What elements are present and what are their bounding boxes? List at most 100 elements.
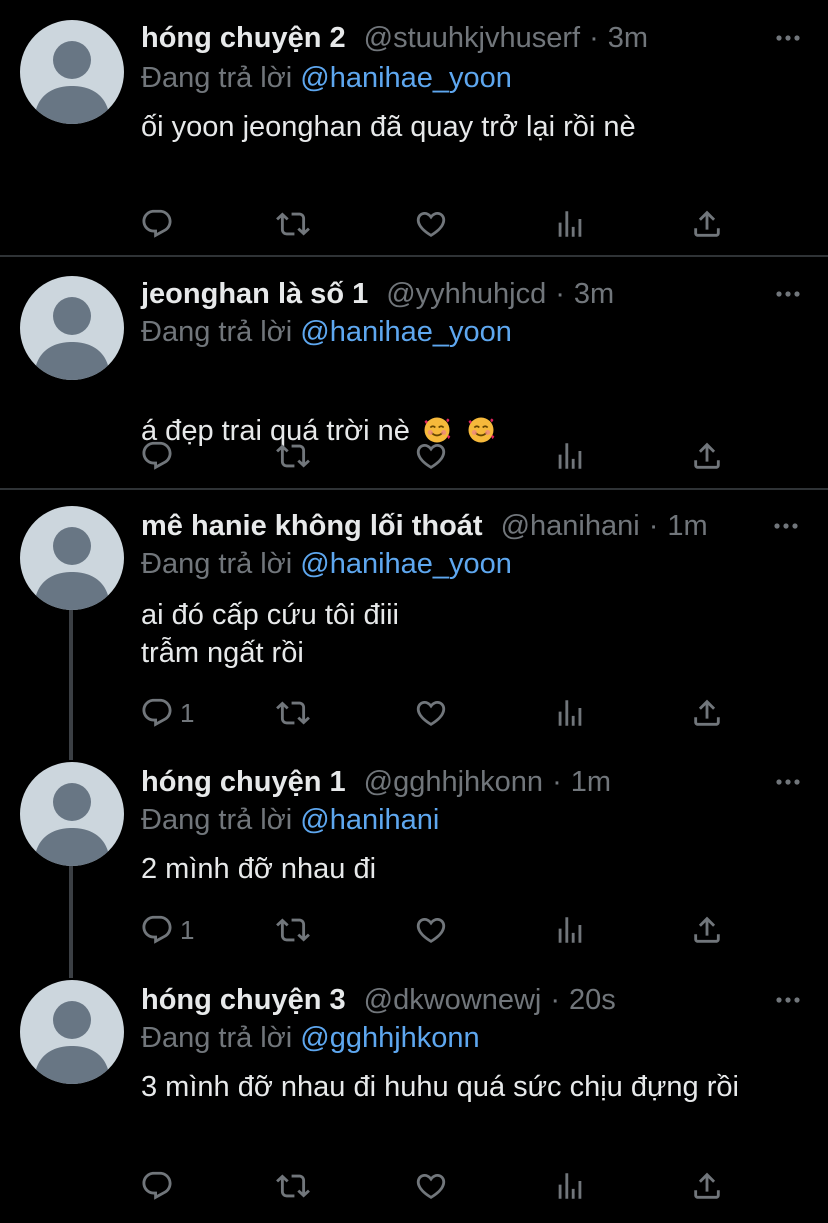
replying-to: Đang trả lời @hanihae_yoon [141, 544, 512, 584]
analytics-button[interactable] [553, 693, 587, 733]
reply-icon [142, 1171, 172, 1200]
default-avatar-icon[interactable] [20, 980, 124, 1084]
mention-link[interactable]: @hanihani [300, 804, 439, 836]
user-handle[interactable]: @dkwownewj [364, 980, 542, 1020]
share-icon [694, 1172, 720, 1199]
reply-icon [142, 441, 172, 470]
analytics-button[interactable] [553, 1166, 587, 1206]
share-button[interactable] [690, 693, 724, 733]
share-button[interactable] [690, 910, 724, 950]
timestamp[interactable]: 3m [574, 274, 614, 314]
heart-icon [416, 1173, 446, 1199]
retweet-icon [276, 701, 310, 725]
share-icon [694, 442, 720, 469]
more-icon[interactable] [774, 768, 802, 796]
display-name[interactable]: jeonghan là số 1 [141, 274, 368, 314]
tweet-header: hóng chuyện 1 @gghhjhkonn · 1m [141, 762, 611, 802]
more-icon[interactable] [774, 280, 802, 308]
heart-icon [416, 211, 446, 237]
default-avatar-icon[interactable] [20, 506, 124, 610]
display-name[interactable]: hóng chuyện 1 [141, 762, 346, 802]
tweet-header: hóng chuyện 2 @stuuhkjvhuserf · 3m [141, 18, 648, 58]
retweet-button[interactable] [276, 436, 310, 476]
replying-prefix: Đang trả lời [141, 548, 293, 580]
tweet-header: mê hanie không lối thoát @hanihani · 1m [141, 506, 708, 546]
share-icon [694, 210, 720, 237]
share-icon [694, 916, 720, 943]
share-button[interactable] [690, 436, 724, 476]
analytics-icon [558, 700, 582, 726]
replying-to: Đang trả lời @gghhjhkonn [141, 1018, 480, 1058]
replying-prefix: Đang trả lời [141, 62, 293, 94]
like-button[interactable] [414, 1166, 448, 1206]
mention-link[interactable]: @hanihae_yoon [300, 548, 512, 580]
timestamp[interactable]: 3m [608, 18, 648, 58]
user-handle[interactable]: @stuuhkjvhuserf [364, 18, 580, 58]
reply-icon [142, 209, 172, 238]
reply-button[interactable]: 1 [140, 693, 194, 733]
more-icon[interactable] [774, 986, 802, 1014]
analytics-button[interactable] [553, 436, 587, 476]
default-avatar-icon[interactable] [20, 276, 124, 380]
tweet-header: jeonghan là số 1 @yyhhuhjcd · 3m [141, 274, 614, 314]
reply-button[interactable] [140, 204, 180, 244]
timestamp[interactable]: 20s [569, 980, 616, 1020]
like-button[interactable] [414, 693, 448, 733]
mention-link[interactable]: @hanihae_yoon [300, 62, 512, 94]
separator-dot: · [550, 984, 561, 1016]
tweet[interactable]: hóng chuyện 1 @gghhjhkonn · 1m Đang trả … [0, 762, 828, 962]
reply-button[interactable] [140, 1166, 180, 1206]
analytics-icon [558, 1173, 582, 1199]
reply-icon [142, 698, 172, 727]
display-name[interactable]: mê hanie không lối thoát [141, 506, 483, 546]
retweet-button[interactable] [276, 693, 310, 733]
tweet[interactable]: hóng chuyện 2 @stuuhkjvhuserf · 3m Đang … [0, 18, 828, 258]
like-button[interactable] [414, 436, 448, 476]
reply-button[interactable]: 1 [140, 910, 194, 950]
reply-button[interactable] [140, 436, 180, 476]
analytics-button[interactable] [553, 204, 587, 244]
retweet-button[interactable] [276, 910, 310, 950]
tweet-text: 2 mình đỡ nhau đi [141, 853, 377, 885]
share-icon [694, 699, 720, 726]
action-bar [0, 1166, 828, 1206]
retweet-icon [276, 444, 310, 468]
retweet-button[interactable] [276, 1166, 310, 1206]
user-handle[interactable]: @yyhhuhjcd [386, 274, 546, 314]
retweet-icon [276, 1174, 310, 1198]
analytics-button[interactable] [553, 910, 587, 950]
mention-link[interactable]: @gghhjhkonn [300, 1022, 479, 1054]
separator-dot: · [552, 766, 562, 798]
default-avatar-icon[interactable] [20, 762, 124, 866]
replying-to: Đang trả lời @hanihani [141, 800, 439, 840]
share-button[interactable] [690, 1166, 724, 1206]
retweet-button[interactable] [276, 204, 310, 244]
replying-to: Đang trả lời @hanihae_yoon [141, 58, 512, 98]
reply-count: 1 [180, 914, 195, 945]
more-icon[interactable] [774, 24, 802, 52]
replying-prefix: Đang trả lời [141, 316, 293, 348]
analytics-icon [558, 917, 582, 943]
default-avatar-icon[interactable] [20, 20, 124, 124]
tweet[interactable]: mê hanie không lối thoát @hanihani · 1m … [0, 506, 828, 746]
separator-dot: · [648, 510, 659, 542]
reply-icon [142, 915, 172, 944]
replying-prefix: Đang trả lời [141, 1022, 293, 1054]
divider [0, 255, 828, 257]
like-button[interactable] [414, 910, 448, 950]
mention-link[interactable]: @hanihae_yoon [300, 316, 512, 348]
replying-prefix: Đang trả lời [141, 804, 293, 836]
user-handle[interactable]: @gghhjhkonn [364, 762, 543, 802]
timestamp[interactable]: 1m [667, 506, 707, 546]
tweet[interactable]: hóng chuyện 3 @dkwownewj · 20s Đang trả … [0, 980, 828, 1223]
tweet[interactable]: jeonghan là số 1 @yyhhuhjcd · 3m Đang tr… [0, 274, 828, 489]
tweet-text: 3 mình đỡ nhau đi huhu quá sức chịu đựng… [141, 1071, 739, 1103]
display-name[interactable]: hóng chuyện 2 [141, 18, 346, 58]
more-icon[interactable] [772, 512, 800, 540]
timestamp[interactable]: 1m [571, 762, 611, 802]
separator-dot: · [555, 278, 565, 310]
user-handle[interactable]: @hanihani [501, 506, 640, 546]
like-button[interactable] [414, 204, 448, 244]
share-button[interactable] [690, 204, 724, 244]
display-name[interactable]: hóng chuyện 3 [141, 980, 346, 1020]
